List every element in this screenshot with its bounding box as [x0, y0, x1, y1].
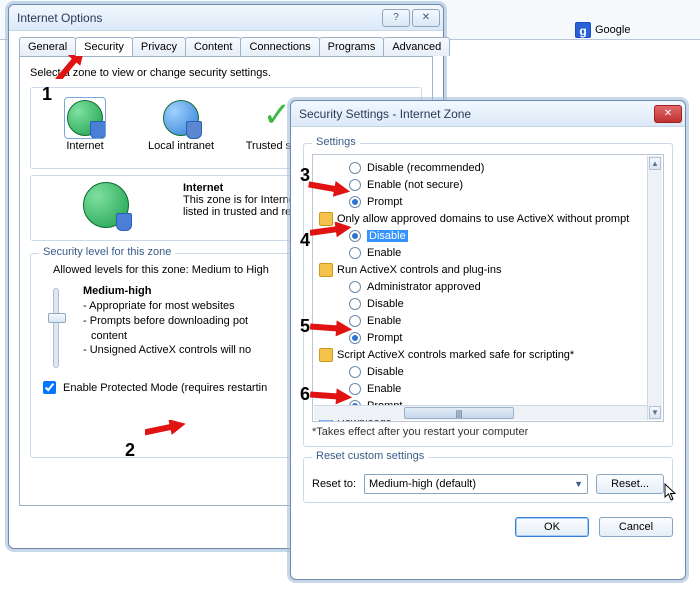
opt-admin-approved[interactable]: Administrator approved: [317, 278, 659, 295]
reset-button[interactable]: Reset...: [596, 474, 664, 494]
shield-icon: [90, 121, 106, 139]
vertical-scrollbar[interactable]: ▲ ▼: [647, 156, 662, 420]
scrollbar-thumb[interactable]: Ⅲ: [404, 407, 514, 419]
radio-icon[interactable]: [349, 315, 361, 327]
selected-highlight: Disable: [367, 230, 408, 242]
google-label: Google: [595, 24, 630, 36]
opt-enable-not-secure[interactable]: Enable (not secure): [317, 176, 659, 193]
tab-content[interactable]: Content: [185, 37, 242, 56]
reset-group-label: Reset custom settings: [312, 450, 428, 462]
security-settings-titlebar[interactable]: Security Settings - Internet Zone ✕: [291, 101, 685, 127]
help-button[interactable]: ?: [382, 9, 410, 27]
security-settings-title: Security Settings - Internet Zone: [299, 107, 652, 121]
big-globe-icon: [83, 182, 129, 228]
level-bullet-2: Prompts before downloading pot: [90, 315, 248, 327]
zone-local-label: Local intranet: [148, 140, 214, 152]
level-bullet-3: Unsigned ActiveX controls will no: [90, 344, 251, 356]
security-slider[interactable]: [53, 288, 59, 368]
internet-options-title: Internet Options: [17, 11, 380, 25]
radio-icon[interactable]: [349, 230, 361, 242]
security-settings-window: Security Settings - Internet Zone ✕ Sett…: [290, 100, 686, 580]
scroll-down-arrow[interactable]: ▼: [649, 406, 661, 419]
tab-connections[interactable]: Connections: [240, 37, 319, 56]
opt-enable-2[interactable]: Enable: [317, 312, 659, 329]
intranet-icon: [163, 100, 199, 136]
radio-icon[interactable]: [349, 332, 361, 344]
zone-internet[interactable]: Internet: [49, 100, 121, 152]
activex-icon: [319, 263, 333, 277]
level-name: Medium-high: [83, 284, 251, 299]
activex-icon: [319, 212, 333, 226]
level-bullet-1: Appropriate for most websites: [89, 300, 235, 312]
slider-thumb[interactable]: [48, 313, 66, 323]
protected-mode-label: Enable Protected Mode (requires restarti…: [63, 382, 267, 394]
radio-icon[interactable]: [349, 247, 361, 259]
shield-icon: [116, 213, 132, 231]
radio-icon[interactable]: [349, 162, 361, 174]
security-level-label: Security level for this zone: [39, 246, 175, 258]
internet-options-titlebar[interactable]: Internet Options ? ✕: [9, 5, 443, 31]
horizontal-scrollbar[interactable]: Ⅲ: [314, 405, 647, 420]
head-script-safe: Script ActiveX controls marked safe for …: [317, 346, 659, 363]
zone-local-intranet[interactable]: Local intranet: [145, 100, 217, 152]
zone-instruction: Select a zone to view or change security…: [30, 67, 422, 79]
radio-icon[interactable]: [349, 298, 361, 310]
activex-icon: [319, 348, 333, 362]
security-settings-cancel-button[interactable]: Cancel: [599, 517, 673, 537]
tab-security[interactable]: Security: [75, 37, 133, 56]
tab-strip: General Security Privacy Content Connect…: [9, 31, 443, 56]
opt-prompt-1[interactable]: Prompt: [317, 193, 659, 210]
reset-combo-value: Medium-high (default): [369, 478, 476, 490]
reset-to-label: Reset to:: [312, 478, 356, 490]
level-bullet-2-suffix: content: [91, 329, 251, 344]
radio-icon[interactable]: [349, 281, 361, 293]
security-settings-ok-button[interactable]: OK: [515, 517, 589, 537]
scroll-up-arrow[interactable]: ▲: [649, 157, 661, 170]
opt-disable-1[interactable]: Disable: [317, 227, 659, 244]
tab-advanced[interactable]: Advanced: [383, 37, 450, 56]
radio-icon[interactable]: [349, 179, 361, 191]
head-only-approved-domains: Only allow approved domains to use Activ…: [317, 210, 659, 227]
reset-combo[interactable]: Medium-high (default) ▼: [364, 474, 588, 494]
opt-disable-2[interactable]: Disable: [317, 295, 659, 312]
radio-icon[interactable]: [349, 366, 361, 378]
tab-general[interactable]: General: [19, 37, 76, 56]
close-button[interactable]: ✕: [412, 9, 440, 27]
opt-disable-3[interactable]: Disable: [317, 363, 659, 380]
globe-icon: [67, 100, 103, 136]
opt-disable-recommended[interactable]: Disable (recommended): [317, 159, 659, 176]
chevron-down-icon: ▼: [574, 479, 583, 489]
protected-mode-checkbox[interactable]: [43, 381, 56, 394]
settings-group-label: Settings: [312, 136, 360, 148]
security-settings-list[interactable]: Disable (recommended) Enable (not secure…: [312, 154, 664, 422]
tab-privacy[interactable]: Privacy: [132, 37, 186, 56]
opt-enable-1[interactable]: Enable: [317, 244, 659, 261]
google-search-box[interactable]: g Google: [575, 22, 630, 38]
google-icon: g: [575, 22, 591, 38]
head-run-activex: Run ActiveX controls and plug-ins: [317, 261, 659, 278]
tab-programs[interactable]: Programs: [319, 37, 385, 56]
monitor-overlay-icon: [186, 121, 202, 139]
restart-note: *Takes effect after you restart your com…: [312, 426, 664, 438]
radio-icon[interactable]: [349, 383, 361, 395]
opt-prompt-2[interactable]: Prompt: [317, 329, 659, 346]
radio-icon[interactable]: [349, 196, 361, 208]
zone-internet-label: Internet: [66, 140, 103, 152]
opt-enable-3[interactable]: Enable: [317, 380, 659, 397]
close-button[interactable]: ✕: [654, 105, 682, 123]
